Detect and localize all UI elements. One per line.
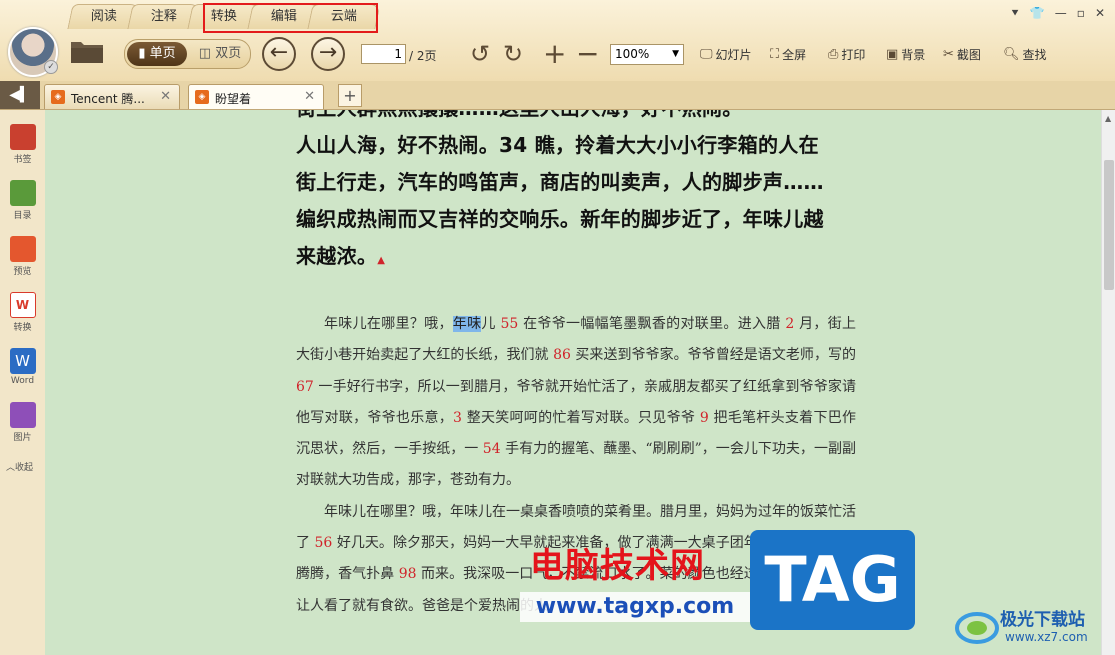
doc-tab-tencent[interactable]: ◈ Tencent 腾... ✕	[44, 84, 180, 109]
sidebar-item-label: Word	[10, 376, 35, 386]
print-button[interactable]: ⎙ 打印	[828, 46, 865, 63]
find-button[interactable]: 🔍︎ 查找	[1003, 46, 1047, 63]
sidebar-item-label: 转换	[13, 323, 32, 333]
doc-tab-active[interactable]: ◈ 盼望着 ✕	[188, 84, 324, 109]
background-button[interactable]: ▣ 背景	[886, 46, 925, 63]
single-page-button[interactable]: ▮ 单页	[127, 42, 187, 66]
double-page-label: 双页	[215, 46, 242, 61]
sidebar-item-label: 图片	[13, 433, 32, 443]
close-icon[interactable]: ✕	[1095, 6, 1105, 21]
doc-tab-label: 盼望着	[215, 92, 252, 106]
close-tab-icon[interactable]: ✕	[160, 89, 171, 104]
zoom-value: 100%	[615, 47, 650, 61]
bold-paragraph: 街上人群熙熙攘攘……这里人山人海，好不热闹。 人山人海，好不热闹。34 瞧，拎着…	[296, 110, 856, 275]
pdf-file-icon: ◈	[195, 90, 209, 104]
watermark-site-url: www.tagxp.com	[520, 592, 750, 622]
scissors-icon: ✂	[943, 47, 954, 62]
page-number-input[interactable]: 1	[361, 44, 406, 64]
avatar-status-icon: ✓	[44, 60, 58, 74]
preview-icon	[9, 236, 36, 262]
sidebar-collapse-label: 收起	[15, 463, 34, 473]
print-label: 打印	[841, 48, 866, 62]
convert-icon: W	[9, 292, 36, 318]
screenshot-label: 截图	[956, 48, 981, 62]
slideshow-button[interactable]: 🖵 幻灯片	[700, 46, 752, 63]
left-sidebar: 书签 目录 预览 W 转换 W Word 图片 ︿收起	[0, 110, 46, 655]
selected-text[interactable]: 年味	[452, 316, 482, 332]
bold-line: 编织成热闹而又吉祥的交响乐。新年的脚步近了，年味儿越	[296, 207, 824, 231]
menu-tab-label: 注释	[150, 9, 177, 24]
sidebar-collapse-button[interactable]: ︿收起	[6, 460, 33, 473]
print-icon: ⎙	[828, 47, 839, 62]
word-icon: W	[9, 348, 36, 374]
open-folder-icon[interactable]	[70, 38, 104, 64]
fullscreen-icon: ⛶	[770, 47, 780, 62]
sidebar-item-bookmarks[interactable]: 书签	[0, 124, 45, 165]
single-page-label: 单页	[149, 46, 176, 61]
page-total: / 2页	[409, 49, 437, 63]
find-label: 查找	[1022, 48, 1047, 62]
chevron-up-icon: ︿	[6, 463, 16, 473]
sidebar-item-word[interactable]: W Word	[0, 348, 45, 386]
zoom-out-icon[interactable]: −	[576, 40, 599, 68]
next-page-button[interactable]: →	[311, 37, 345, 71]
slideshow-label: 幻灯片	[715, 48, 752, 62]
scroll-up-icon[interactable]: ▲	[1105, 114, 1111, 123]
background-label: 背景	[901, 48, 926, 62]
watermark-tag-logo: TAG	[750, 530, 915, 630]
sidebar-toggle-button[interactable]: ◀▍	[0, 81, 40, 109]
zoom-in-icon[interactable]: +	[543, 40, 566, 68]
window-controls: ⯆ 👕 — ▫ ✕	[1010, 6, 1105, 21]
view-mode-toggle: ▮ 单页 ◫ 双页	[124, 39, 251, 69]
bold-line-last: 来越浓。▲	[296, 238, 856, 275]
menu-tab-label: 阅读	[90, 9, 117, 24]
document-tab-bar: ◀▍ ◈ Tencent 腾... ✕ ◈ 盼望着 ✕ +	[0, 81, 1115, 110]
sidebar-item-label: 书签	[13, 155, 32, 165]
bookmark-icon	[9, 124, 36, 150]
pdf-file-icon: ◈	[51, 90, 65, 104]
new-tab-button[interactable]: +	[338, 84, 362, 107]
toc-icon	[9, 180, 36, 206]
search-icon: 🔍︎	[1003, 47, 1020, 62]
top-toolbar: 阅读 注释 转换 编辑 云端 ⯆ 👕 — ▫ ✕ ✓ ▮ 单页 ◫ 双页 ← →…	[0, 0, 1115, 81]
bold-line-text: 来越浓。	[296, 244, 378, 268]
sidebar-item-toc[interactable]: 目录	[0, 180, 45, 221]
slideshow-icon: 🖵	[700, 47, 713, 62]
fullscreen-button[interactable]: ⛶ 全屏	[770, 46, 806, 63]
close-tab-icon[interactable]: ✕	[304, 89, 315, 104]
image-icon	[9, 402, 36, 428]
rotate-left-icon[interactable]: ↺	[470, 40, 490, 68]
bold-line: 街上人群熙熙攘攘……这里人山人海，好不热闹。	[296, 110, 856, 127]
bold-line: 街上行走，汽车的鸣笛声，商店的叫卖声，人的脚步声……	[296, 170, 824, 194]
zoom-select[interactable]: 100% ▼	[610, 44, 684, 65]
bold-line: 人山人海，好不热闹。34 瞧，拎着大大小小行李箱的人在	[296, 133, 819, 157]
watermark-logo-url: www.xz7.com	[1005, 630, 1088, 644]
watermark-logo-name: 极光下载站	[1000, 610, 1085, 630]
annotation-highlight-box	[203, 3, 378, 33]
sidebar-item-preview[interactable]: 预览	[0, 236, 45, 277]
dropdown-menu-icon[interactable]: ⯆	[1010, 6, 1020, 21]
watermark-site-name: 电脑技术网	[530, 546, 705, 586]
fullscreen-label: 全屏	[782, 48, 807, 62]
sidebar-item-label: 目录	[13, 211, 32, 221]
double-page-button[interactable]: ◫ 双页	[193, 42, 247, 66]
skin-icon[interactable]: 👕	[1030, 6, 1045, 21]
scroll-thumb[interactable]	[1104, 160, 1114, 290]
chevron-down-icon: ▼	[672, 49, 679, 59]
sidebar-item-image[interactable]: 图片	[0, 402, 45, 443]
doc-tab-label: Tencent 腾...	[71, 92, 145, 106]
caret-mark-icon: ▲	[377, 255, 386, 266]
paragraph: 年味儿在哪里？哦，年味儿 55 在爷爷一幅幅笔墨飘香的对联里。进入腊 2 月，街…	[296, 316, 857, 489]
prev-page-button[interactable]: ←	[262, 37, 296, 71]
rotate-right-icon[interactable]: ↻	[503, 40, 523, 68]
background-icon: ▣	[886, 47, 899, 62]
sidebar-item-label: 预览	[13, 267, 32, 277]
maximize-icon[interactable]: ▫	[1077, 6, 1085, 21]
sidebar-item-convert[interactable]: W 转换	[0, 292, 45, 333]
vertical-scrollbar[interactable]: ▲	[1101, 110, 1115, 655]
minimize-icon[interactable]: —	[1055, 6, 1067, 21]
screenshot-button[interactable]: ✂ 截图	[943, 46, 981, 63]
